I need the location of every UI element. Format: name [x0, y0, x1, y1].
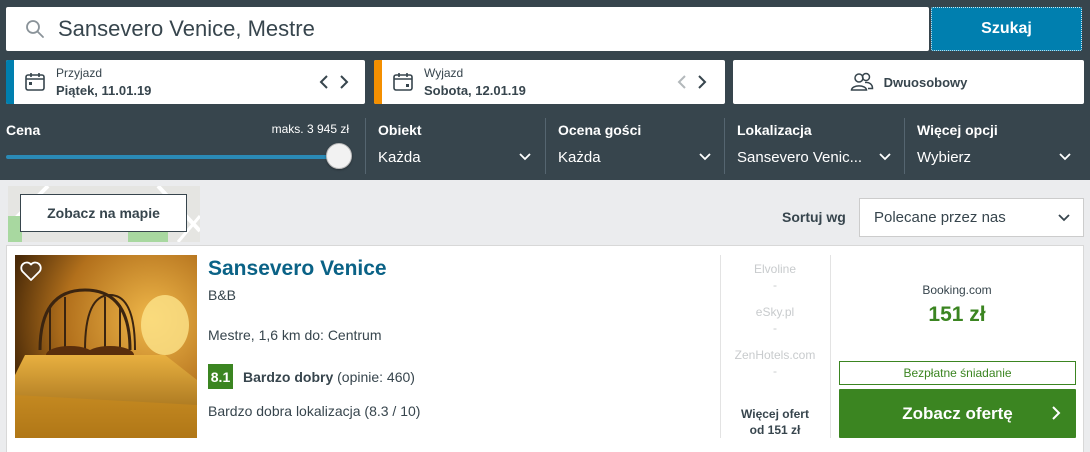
offer-provider-price: -: [773, 321, 777, 335]
offer-provider-name: ZenHotels.com: [734, 348, 816, 362]
view-map-button[interactable]: Zobacz na mapie: [20, 194, 187, 232]
hotel-photo[interactable]: [15, 255, 197, 438]
chevron-left-icon: [677, 75, 686, 89]
filter-divider: [545, 118, 546, 174]
checkin-next-button[interactable]: [336, 72, 352, 92]
chevron-down-icon: [519, 153, 531, 161]
view-deal-label: Zobacz ofertę: [902, 403, 1013, 423]
checkout-value: Sobota, 12.01.19: [424, 83, 526, 98]
checkin-date-picker[interactable]: Przyjazd Piątek, 11.01.19: [6, 60, 365, 104]
users-icon: [850, 72, 873, 91]
hotel-room-image: [15, 255, 197, 438]
property-filter-value: Każda: [378, 149, 421, 166]
filter-divider: [904, 118, 905, 174]
price-slider-handle[interactable]: [326, 143, 352, 169]
hotel-name-link[interactable]: Sansevero Venice: [208, 257, 387, 281]
price-slider-track[interactable]: [6, 155, 342, 159]
sort-label: Sortuj wg: [782, 209, 846, 225]
rating-word: Bardzo dobry: [243, 369, 334, 385]
checkin-value: Piątek, 11.01.19: [56, 83, 152, 98]
more-options-filter-label: Więcej opcji: [917, 122, 998, 138]
chevron-down-icon: [699, 153, 711, 161]
checkout-accent: [374, 60, 382, 104]
search-query: Sansevero Venice, Mestre: [58, 16, 315, 41]
filter-divider: [365, 118, 366, 174]
location-filter-value: Sansevero Venic...: [737, 149, 863, 166]
more-options-filter-value: Wybierz: [917, 149, 972, 166]
offer-provider-name: eSky.pl: [755, 305, 795, 319]
best-deal-provider: Booking.com: [922, 283, 992, 297]
column-divider: [720, 255, 721, 438]
column-divider: [830, 255, 831, 438]
hotel-type: B&B: [208, 287, 237, 303]
free-breakfast-badge: Bezpłatne śniadanie: [839, 361, 1076, 385]
chevron-right-icon: [1052, 406, 1061, 420]
room-type-label: Dwuosobowy: [883, 74, 968, 90]
review-count: (opinie: 460): [333, 369, 415, 385]
view-deal-button[interactable]: Zobacz ofertę: [839, 389, 1076, 438]
more-offers-link[interactable]: Więcej ofert od 151 zł: [722, 406, 828, 438]
offer-provider-name: Elvoline: [753, 262, 797, 276]
checkout-date-picker[interactable]: Wyjazd Sobota, 12.01.19: [374, 60, 725, 104]
chevron-left-icon: [319, 75, 328, 89]
rating-score-badge: 8.1: [208, 364, 233, 389]
search-button[interactable]: Szukaj: [931, 7, 1082, 51]
checkin-label: Przyjazd: [56, 66, 103, 80]
sort-value: Polecane przez nas: [874, 209, 1006, 226]
guest-rating-filter-label: Ocena gości: [558, 122, 642, 138]
price-filter-label: Cena: [6, 122, 41, 138]
chevron-right-icon: [698, 75, 707, 89]
checkin-prev-button[interactable]: [316, 72, 332, 92]
sort-select[interactable]: Polecane przez nas: [859, 198, 1084, 237]
property-filter-label: Obiekt: [378, 122, 422, 138]
calendar-icon: [25, 73, 45, 91]
chevron-down-icon: [1059, 153, 1071, 161]
more-offers-line2: od 151 zł: [749, 423, 801, 437]
rating-summary[interactable]: Bardzo dobry (opinie: 460): [243, 369, 415, 385]
room-type-selector[interactable]: Dwuosobowy: [733, 60, 1084, 104]
checkin-accent: [6, 60, 14, 104]
favorite-heart-icon[interactable]: [19, 260, 43, 282]
search-input[interactable]: Sansevero Venice, Mestre: [6, 7, 929, 51]
best-deal-price: 151 zł: [928, 303, 986, 326]
offer-provider-price: -: [773, 364, 777, 378]
offer-provider-price: -: [773, 278, 777, 292]
guest-rating-filter-value: Każda: [558, 149, 601, 166]
search-icon: [26, 20, 44, 38]
location-rating: Bardzo dobra lokalizacja (8.3 / 10): [208, 403, 421, 419]
chevron-down-icon: [1058, 214, 1070, 222]
checkout-label: Wyjazd: [424, 66, 464, 80]
hotel-location[interactable]: Mestre, 1,6 km do: Centrum: [208, 327, 382, 343]
more-offers-line1: Więcej ofert: [741, 407, 809, 421]
chevron-right-icon: [340, 75, 349, 89]
price-max-label: maks. 3 945 zł: [271, 122, 349, 136]
location-filter-label: Lokalizacja: [737, 122, 812, 138]
filter-divider: [724, 118, 725, 174]
checkout-prev-button[interactable]: [674, 72, 690, 92]
calendar-icon: [393, 73, 413, 91]
checkout-next-button[interactable]: [694, 72, 710, 92]
chevron-down-icon: [879, 153, 891, 161]
